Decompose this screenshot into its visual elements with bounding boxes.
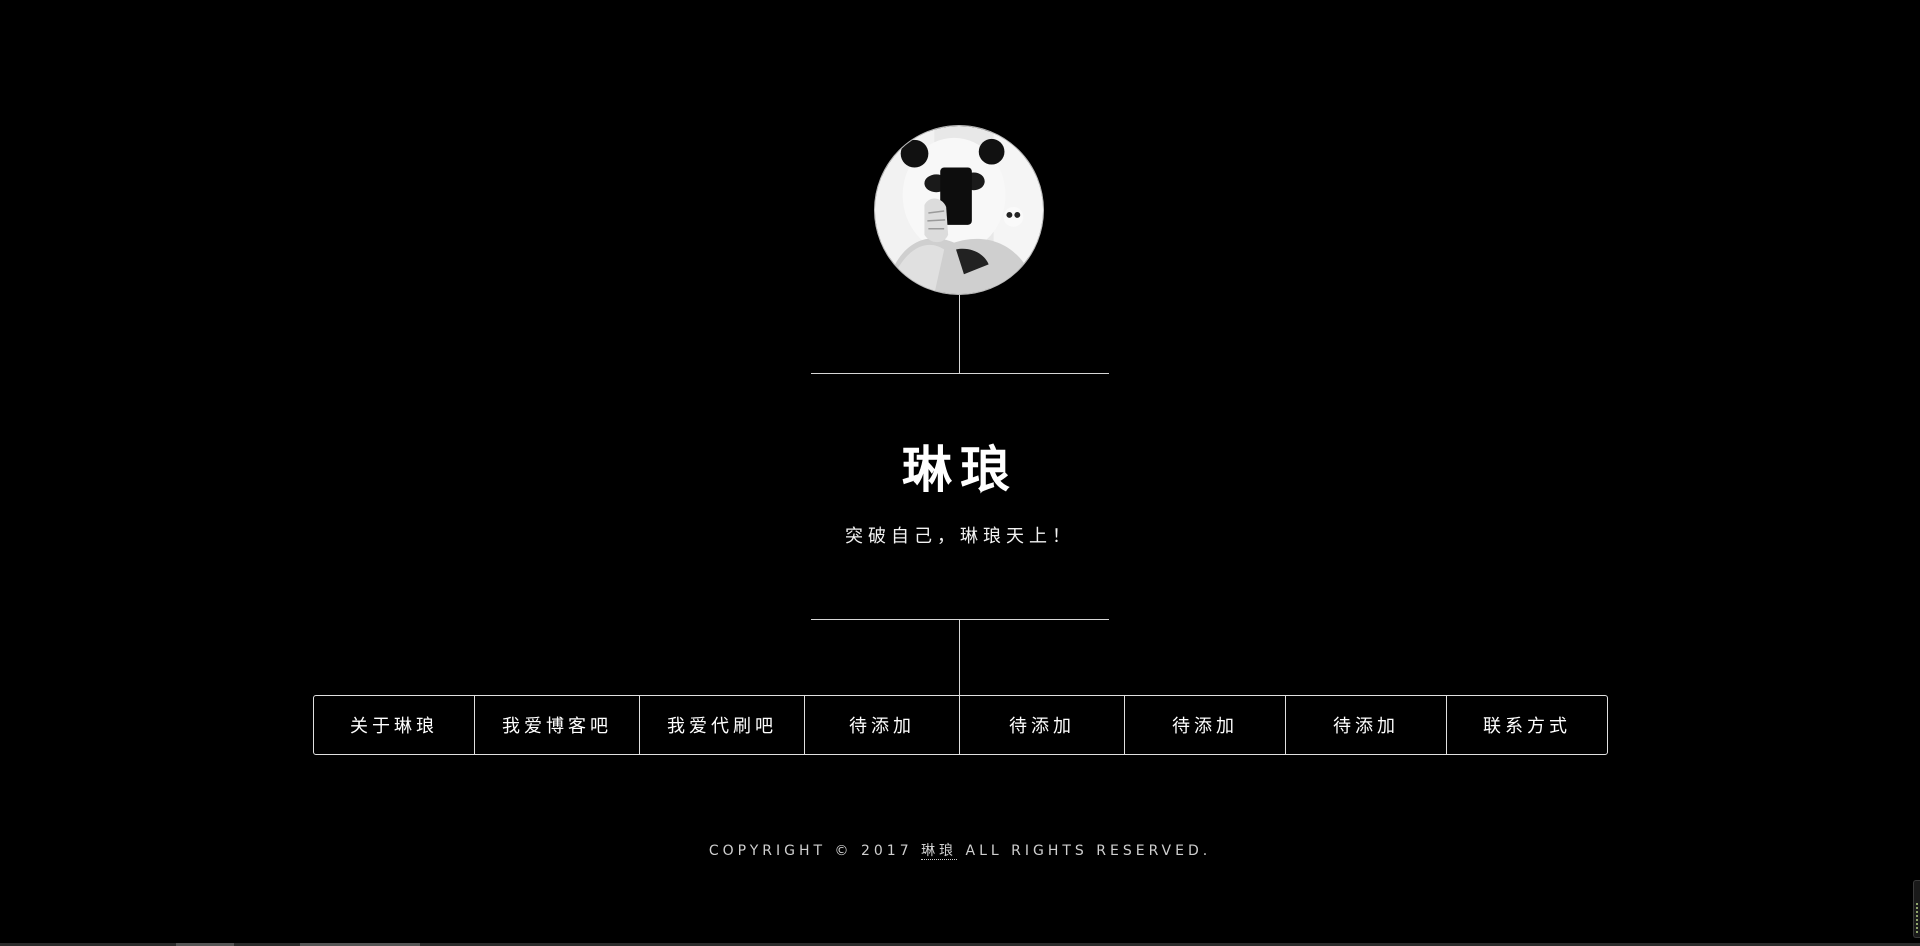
nav-item-daishua[interactable]: 我爱代刷吧 <box>640 696 805 754</box>
nav-item-contact[interactable]: 联系方式 <box>1447 696 1607 754</box>
nav-item-placeholder-4[interactable]: 待添加 <box>1286 696 1447 754</box>
nav-item-placeholder-1[interactable]: 待添加 <box>805 696 960 754</box>
footer-copyright: COPYRIGHT © 2017 琳琅 ALL RIGHTS RESERVED. <box>560 841 1360 861</box>
divider-top <box>811 373 1109 374</box>
copyright-suffix: ALL RIGHTS RESERVED. <box>965 843 1212 859</box>
copyright-prefix: COPYRIGHT © 2017 <box>708 843 913 859</box>
avatar-photo-icon <box>875 126 1043 294</box>
nav-item-placeholder-2[interactable]: 待添加 <box>960 696 1125 754</box>
main-nav: 关于琳琅 我爱博客吧 我爱代刷吧 待添加 待添加 待添加 待添加 联系方式 <box>313 695 1608 755</box>
page-title: 琳琅 <box>902 441 1018 499</box>
scroll-indicator-widget[interactable] <box>1913 880 1920 938</box>
nav-item-placeholder-3[interactable]: 待添加 <box>1125 696 1286 754</box>
connector-line-top <box>959 295 960 373</box>
divider-bottom <box>811 619 1109 620</box>
nav-item-blog[interactable]: 我爱博客吧 <box>475 696 640 754</box>
owner-link[interactable]: 琳琅 <box>921 843 958 860</box>
avatar <box>874 125 1044 295</box>
nav-item-about[interactable]: 关于琳琅 <box>314 696 475 754</box>
level-meter-icon <box>1916 903 1918 933</box>
page-subtitle: 突破自己，琳琅天上！ <box>845 526 1075 547</box>
connector-line-bottom <box>959 619 960 695</box>
page: 琳琅 突破自己，琳琅天上！ 关于琳琅 我爱博客吧 我爱代刷吧 待添加 待添加 待… <box>0 0 1920 946</box>
